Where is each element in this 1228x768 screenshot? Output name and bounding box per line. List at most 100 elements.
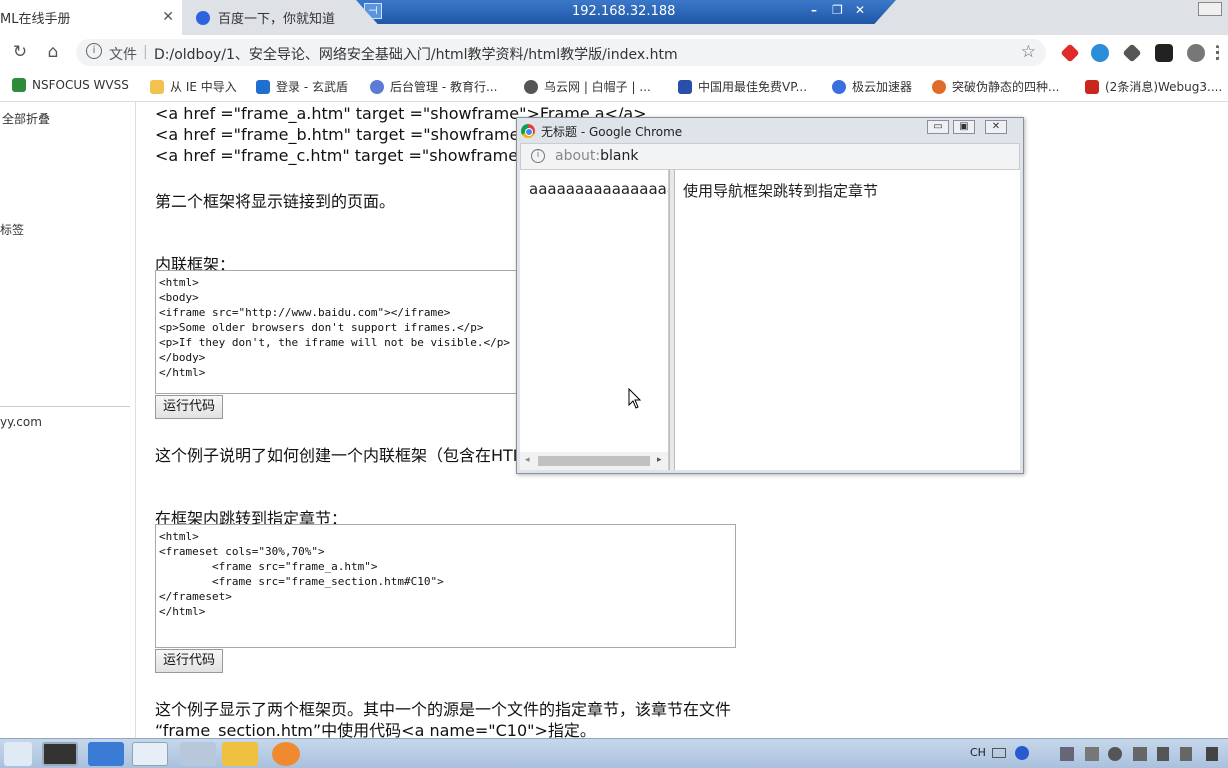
shield-icon — [678, 79, 692, 94]
sidebar-collapse-all[interactable]: 全部折叠 — [2, 110, 50, 127]
code-line-frame-c: <a href ="frame_c.htm" target ="showfram… — [155, 146, 539, 165]
sidebar: 全部折叠 标签 yy.com — [0, 102, 136, 738]
extension-gear-icon[interactable] — [1187, 44, 1205, 62]
extension-ie-icon[interactable] — [1091, 44, 1109, 62]
app-icon[interactable] — [180, 742, 216, 766]
bookmark-label: 乌云网 | 白帽子 | ... — [544, 80, 651, 94]
folder-icon — [150, 79, 164, 94]
baidu-paw-icon — [196, 10, 210, 25]
run-code-button[interactable]: 运行代码 — [155, 395, 223, 419]
sidebar-item-site[interactable]: yy.com — [0, 415, 42, 429]
show-desktop-icon[interactable] — [4, 742, 32, 766]
bookmark-item[interactable]: (2条消息)Webug3.... — [1085, 78, 1222, 95]
chrome-logo-icon — [521, 124, 535, 138]
frame-divider[interactable] — [669, 170, 675, 470]
scroll-thumb[interactable] — [538, 456, 650, 466]
chrome-taskbar-icon[interactable] — [132, 742, 168, 766]
bookmark-item[interactable]: 乌云网 | 白帽子 | ... — [524, 78, 651, 95]
globe-icon — [524, 79, 538, 94]
scroll-right-icon[interactable]: ▸ — [657, 455, 662, 465]
network-icon[interactable] — [1060, 747, 1074, 761]
tray-icon[interactable] — [1108, 747, 1122, 761]
app-orange-icon[interactable] — [272, 742, 300, 766]
url-protocol: about: — [555, 148, 601, 164]
tray-icon[interactable] — [1085, 747, 1099, 761]
tab-title: 百度一下，你就知道 — [218, 12, 336, 27]
minimize-icon[interactable]: – — [811, 3, 817, 17]
run-code-button-2[interactable]: 运行代码 — [155, 649, 223, 673]
left-frame: aaaaaaaaaaaaaaaaaaa ◂ ▸ — [520, 170, 669, 470]
volume-icon[interactable] — [1206, 747, 1218, 761]
restore-icon[interactable]: ▣ — [953, 120, 975, 134]
home-icon[interactable]: ⌂ — [42, 42, 64, 62]
url-text[interactable]: D:/oldboy/1、安全导论、网络安全基础入门/html教学资料/html教… — [154, 44, 678, 64]
star-icon — [12, 78, 26, 92]
bookmark-item[interactable]: NSFOCUS WVSS — [12, 78, 129, 92]
window-minimize-button[interactable] — [1198, 2, 1222, 16]
keyboard-icon[interactable] — [992, 748, 1006, 758]
bookmark-item[interactable]: 从 IE 中导入 — [150, 78, 237, 95]
restore-icon[interactable]: ❐ — [832, 3, 843, 17]
right-frame: 使用导航框架跳转到指定章节 — [678, 170, 1020, 470]
separator: | — [143, 44, 148, 60]
bookmark-label: NSFOCUS WVSS — [32, 78, 129, 92]
popup-address-bar[interactable]: i about:blank — [520, 143, 1020, 170]
sidebar-divider — [0, 406, 130, 407]
csdn-icon — [1085, 79, 1099, 94]
code-line-frame-b: <a href ="frame_b.htm" target ="showfram… — [155, 125, 541, 144]
close-icon[interactable]: ✕ — [162, 9, 174, 25]
tray-icon[interactable] — [1180, 747, 1192, 761]
bookmark-item[interactable]: 中国用最佳免费VP... — [678, 78, 807, 95]
bookmark-item[interactable]: 后台管理 - 教育行... — [370, 78, 497, 95]
bookmark-star-icon[interactable]: ☆ — [1021, 42, 1036, 62]
right-frame-text: 使用导航框架跳转到指定章节 — [683, 182, 879, 200]
close-icon[interactable]: ✕ — [985, 120, 1007, 134]
menu-icon[interactable] — [1216, 44, 1222, 62]
remote-ip: 192.168.32.188 — [572, 4, 676, 19]
flag-icon[interactable] — [1157, 747, 1169, 761]
bookmark-item[interactable]: 突破伪静态的四种... — [932, 78, 1059, 95]
extension-red-icon[interactable] — [1060, 43, 1080, 63]
tab-baidu[interactable]: 百度一下，你就知道 — [184, 0, 364, 35]
folder-icon[interactable] — [222, 742, 258, 766]
browser-toolbar: ↻ ⌂ i 文件 | D:/oldboy/1、安全导论、网络安全基础入门/htm… — [0, 35, 1228, 69]
inline-frame-description: 这个例子说明了如何创建一个内联框架（包含在HTM — [155, 446, 527, 465]
address-bar[interactable]: i 文件 | D:/oldboy/1、安全导论、网络安全基础入门/html教学资… — [76, 39, 1046, 66]
language-indicator[interactable]: CH — [970, 746, 986, 759]
popup-chrome-window[interactable]: 无标题 - Google Chrome ▭ ▣ ✕ i about:blank … — [516, 117, 1024, 474]
scroll-left-icon[interactable]: ◂ — [525, 455, 530, 465]
popup-page: aaaaaaaaaaaaaaaaaaa ◂ ▸ 使用导航框架跳转到指定章节 — [520, 170, 1020, 470]
extension-layers-icon[interactable] — [1122, 43, 1142, 63]
info-icon[interactable]: i — [531, 149, 545, 163]
shield-icon — [256, 79, 270, 94]
reload-icon[interactable]: ↻ — [9, 42, 31, 62]
tab-title: ML在线手册 — [0, 12, 71, 27]
info-icon[interactable]: i — [86, 43, 102, 59]
bookmark-label: (2条消息)Webug3.... — [1105, 80, 1223, 94]
bookmark-item[interactable]: 极云加速器 — [832, 78, 912, 95]
bookmark-label: 后台管理 - 教育行... — [390, 80, 498, 94]
sidebar-item-tags[interactable]: 标签 — [0, 221, 24, 238]
tab-html-manual[interactable]: ML在线手册 ✕ — [0, 0, 182, 35]
popup-url: about:blank — [555, 148, 638, 164]
help-icon[interactable] — [1015, 746, 1029, 760]
second-frame-text: 第二个框架将显示链接到的页面。 — [155, 192, 396, 211]
extension-mask-icon[interactable] — [1155, 44, 1173, 62]
bookmark-label: 登录 - 玄武盾 — [276, 80, 348, 94]
bookmark-label: 中国用最佳免费VP... — [698, 80, 808, 94]
jump-code-textarea[interactable]: <html> <frameset cols="30%,70%"> <frame … — [155, 524, 736, 648]
protocol-label: 文件 — [109, 47, 137, 63]
remote-desktop-bar: ⊣ 192.168.32.188 – ❐ ✕ — [356, 0, 896, 24]
cmd-icon[interactable] — [42, 742, 78, 766]
left-frame-text: aaaaaaaaaaaaaaaaaaa — [529, 180, 668, 198]
horizontal-scrollbar[interactable]: ◂ ▸ — [520, 452, 668, 470]
minimize-icon[interactable]: ▭ — [927, 120, 949, 134]
tray-icon[interactable] — [1133, 747, 1147, 761]
taskbar: CH — [0, 738, 1228, 768]
close-icon[interactable]: ✕ — [855, 3, 865, 17]
bookmark-label: 从 IE 中导入 — [170, 80, 237, 94]
bookmark-label: 突破伪静态的四种... — [952, 80, 1060, 94]
bookmark-item[interactable]: 登录 - 玄武盾 — [256, 78, 348, 95]
remote-desktop-icon[interactable] — [88, 742, 124, 766]
globe-icon — [370, 79, 384, 94]
